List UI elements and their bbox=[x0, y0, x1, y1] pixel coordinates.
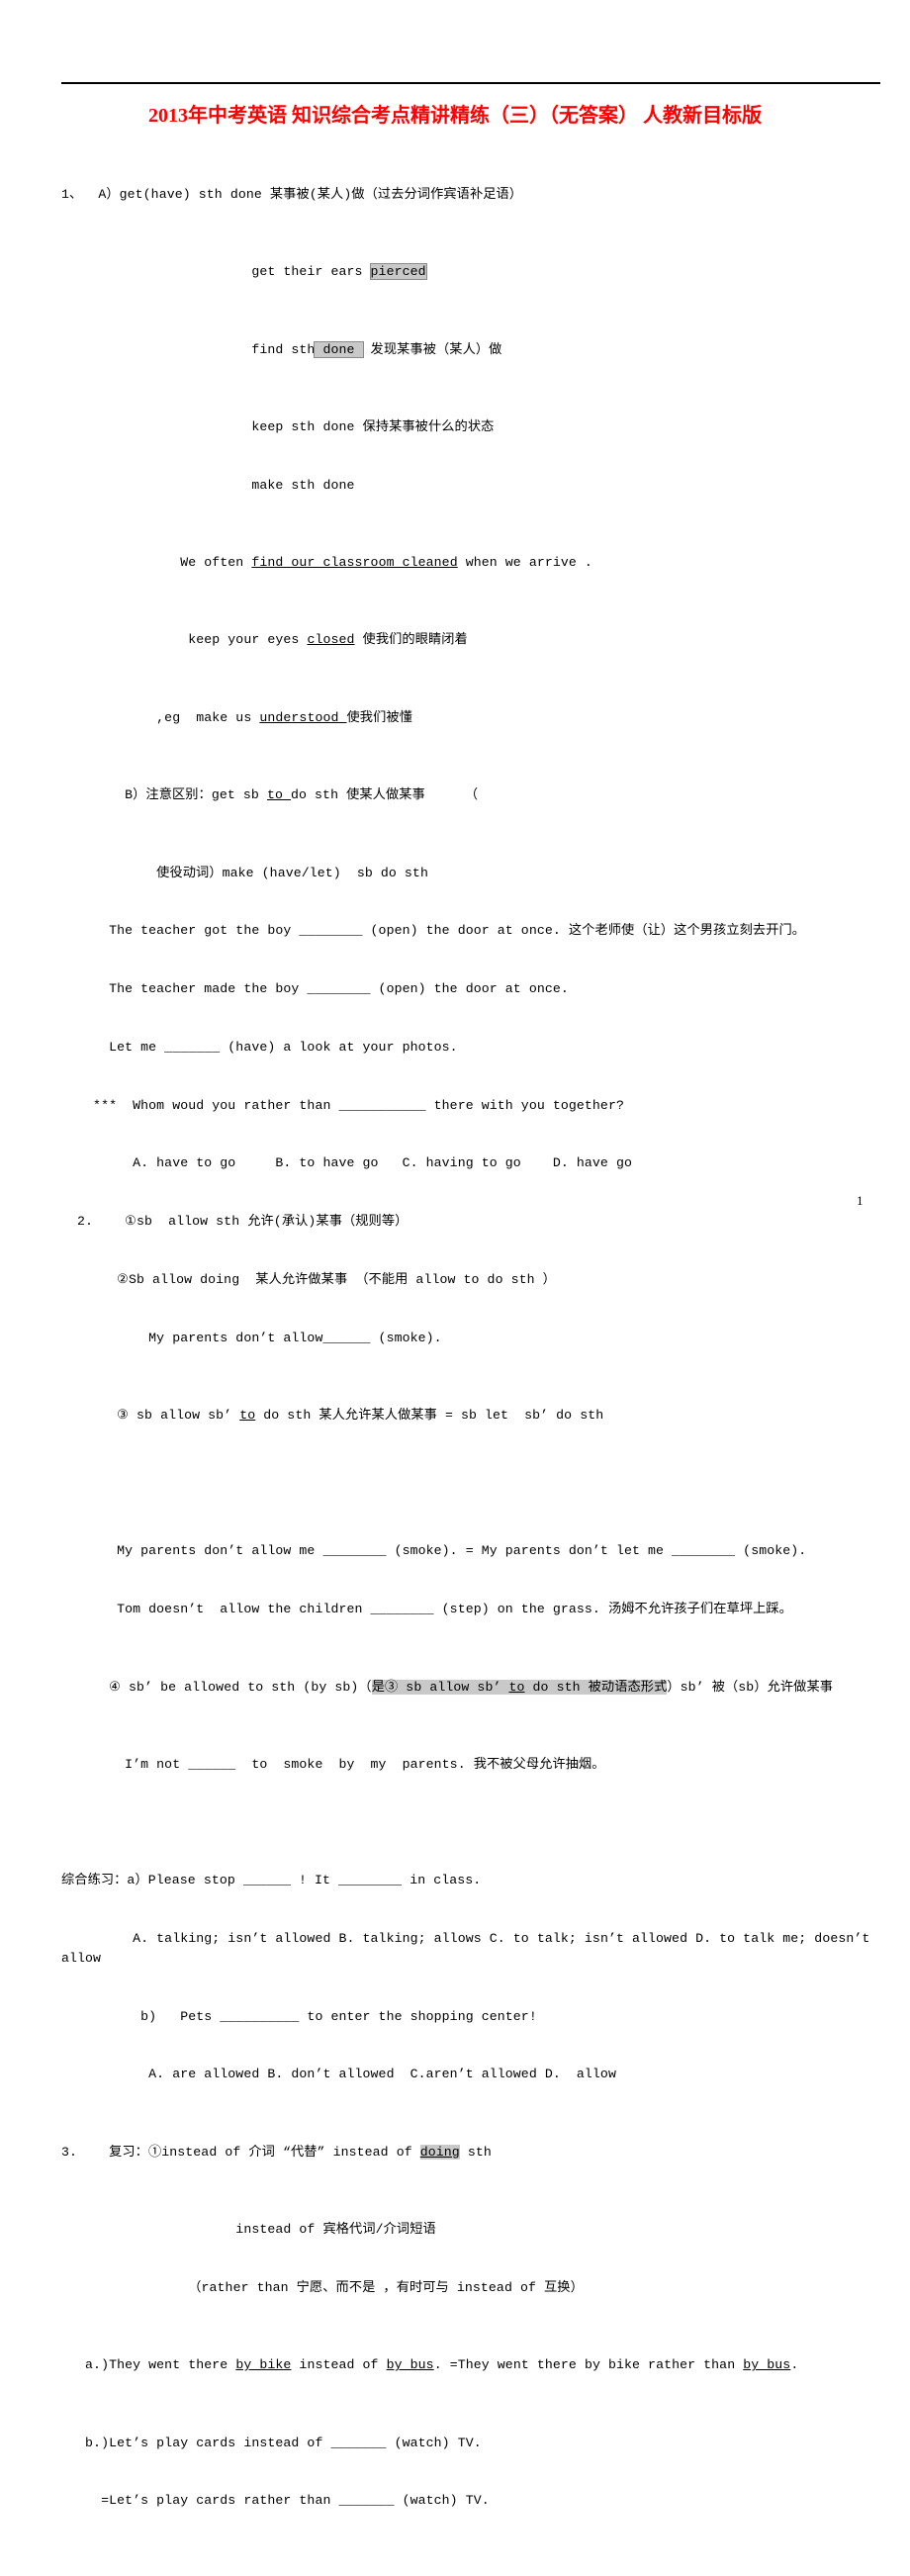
line-9: B）注意区别：get sb to do sth 使某人做某事 （ bbox=[61, 785, 897, 805]
line-14: *** Whom woud you rather than __________… bbox=[61, 1097, 624, 1113]
line-10: 使役动词）make (have/let) sb do sth bbox=[61, 865, 428, 880]
line-3-highlight: done bbox=[314, 340, 364, 358]
document-body: 1、 A）get(have) sth done 某事被(某人)做（过去分词作宾语… bbox=[61, 127, 897, 2576]
header-rule bbox=[61, 82, 880, 84]
line-31: instead of 宾格代词/介词短语 bbox=[61, 2222, 436, 2238]
line-2: get their ears pierced bbox=[61, 262, 897, 282]
line-13: Let me _______ (have) a look at your pho… bbox=[61, 1039, 458, 1055]
line-20-blank bbox=[61, 1484, 897, 1504]
line-30-post: sth bbox=[459, 2144, 492, 2160]
line-33-underline-3: by bus bbox=[743, 2357, 791, 2373]
line-1: 1、 A）get(have) sth done 某事被(某人)做（过去分词作宾语… bbox=[61, 186, 523, 202]
line-3: find sth done 发现某事被（某人）做 bbox=[61, 340, 897, 360]
line-12: The teacher made the boy ________ (open)… bbox=[61, 981, 569, 997]
line-3-post: 发现某事被（某人）做 bbox=[362, 341, 502, 357]
line-23-post: ）sb’ 被（sb）允许做某事 bbox=[667, 1679, 834, 1695]
line-33-underline-2: by bus bbox=[386, 2357, 434, 2373]
line-8: ,eg make us understood 使我们被懂 bbox=[61, 708, 897, 728]
line-36-blank bbox=[61, 2549, 897, 2569]
line-23-highlight-a: 是③ sb allow sb’ bbox=[371, 1679, 509, 1695]
line-8-pre: ,eg make us bbox=[61, 709, 260, 725]
line-33-end: . bbox=[790, 2357, 799, 2373]
line-34: b.)Let’s play cards instead of _______ (… bbox=[61, 2435, 482, 2450]
document-page: 2013年中考英语 知识综合考点精讲精练（三）（无答案） 人教新目标版 1、 A… bbox=[0, 0, 910, 2508]
line-9-pre: B）注意区别：get sb bbox=[61, 787, 267, 803]
line-23-highlight-underline: to bbox=[508, 1679, 525, 1695]
page-title: 2013年中考英语 知识综合考点精讲精练（三）（无答案） 人教新目标版 bbox=[148, 105, 762, 127]
line-23: ④ sb’ be allowed to sth (by sb)（是③ sb al… bbox=[61, 1678, 897, 1698]
line-19-underline: to bbox=[239, 1408, 256, 1424]
line-33-mid: instead of bbox=[291, 2357, 387, 2373]
line-4: keep sth done 保持某事被什么的状态 bbox=[61, 418, 495, 434]
line-2-highlight: pierced bbox=[369, 263, 427, 281]
line-5: make sth done bbox=[61, 477, 355, 493]
line-35: =Let’s play cards rather than _______ (w… bbox=[61, 2493, 490, 2509]
line-24: I’m not ______ to smoke by my parents. 我… bbox=[61, 1756, 605, 1772]
line-6-pre: We often bbox=[61, 555, 252, 571]
line-19: ③ sb allow sb’ to do sth 某人允许某人做某事 = sb … bbox=[61, 1406, 897, 1426]
line-28: b) Pets __________ to enter the shopping… bbox=[61, 2008, 537, 2024]
line-33-mid-2: . =They went there by bike rather than bbox=[433, 2357, 744, 2373]
line-29: A. are allowed B. don’t allowed C.aren’t… bbox=[61, 2067, 616, 2082]
line-16: 2. ①sb allow sth 允许(承认)某事（规则等） bbox=[61, 1214, 409, 1230]
line-33-pre: a.)They went there bbox=[61, 2357, 236, 2373]
line-9-underline: to bbox=[266, 787, 291, 803]
line-23-pre: ④ sb’ be allowed to sth (by sb)（ bbox=[61, 1679, 372, 1695]
line-17: ②Sb allow doing 某人允许做某事 （不能用 allow to do… bbox=[61, 1272, 556, 1288]
line-2-text: get their ears bbox=[61, 264, 371, 280]
line-7-pre: keep your eyes bbox=[61, 632, 308, 648]
line-23-highlight-b: do sth 被动语态形式 bbox=[524, 1679, 668, 1695]
line-33-underline-1: by bike bbox=[235, 2357, 292, 2373]
line-25-blank bbox=[61, 1813, 897, 1833]
line-21: My parents don’t allow me ________ (smok… bbox=[61, 1543, 807, 1559]
line-8-underline: understood bbox=[259, 709, 347, 725]
line-7: keep your eyes closed 使我们的眼睛闭着 bbox=[61, 630, 897, 650]
line-7-post: 使我们的眼睛闭着 bbox=[354, 632, 468, 648]
line-22: Tom doesn’t allow the children ________ … bbox=[61, 1602, 792, 1617]
line-30-highlight: doing bbox=[419, 2144, 460, 2160]
line-19-pre: ③ sb allow sb’ bbox=[61, 1408, 240, 1424]
line-6: We often find our classroom cleaned when… bbox=[61, 553, 897, 573]
line-30-pre: 3. 复习：①instead of 介词 “代替” instead of bbox=[61, 2144, 420, 2160]
line-9-post: do sth 使某人做某事 （ bbox=[291, 787, 479, 803]
line-18: My parents don’t allow______ (smoke). bbox=[61, 1330, 442, 1345]
line-33: a.)They went there by bike instead of by… bbox=[61, 2355, 897, 2375]
line-3-text: find sth bbox=[61, 341, 316, 357]
line-27: A. talking; isn’t allowed B. talking; al… bbox=[61, 1931, 878, 1966]
page-number: 1 bbox=[857, 1193, 864, 1208]
line-11: The teacher got the boy ________ (open) … bbox=[61, 923, 806, 939]
line-15: A. have to go B. to have go C. having to… bbox=[61, 1155, 632, 1171]
line-19-post: do sth 某人允许某人做某事 = sb let sb’ do sth bbox=[255, 1408, 604, 1424]
line-26: 综合练习：a）Please stop ______ ! It ________ … bbox=[61, 1873, 482, 1888]
line-8-post: 使我们被懂 bbox=[346, 709, 412, 725]
line-30: 3. 复习：①instead of 介词 “代替” instead of doi… bbox=[61, 2143, 897, 2162]
line-6-underline: find our classroom cleaned bbox=[251, 555, 458, 571]
line-6-post: when we arrive . bbox=[457, 555, 592, 571]
line-7-underline: closed bbox=[307, 632, 355, 648]
line-32: （rather than 宁愿、而不是 ，有时可与 instead of 互换） bbox=[61, 2279, 584, 2295]
